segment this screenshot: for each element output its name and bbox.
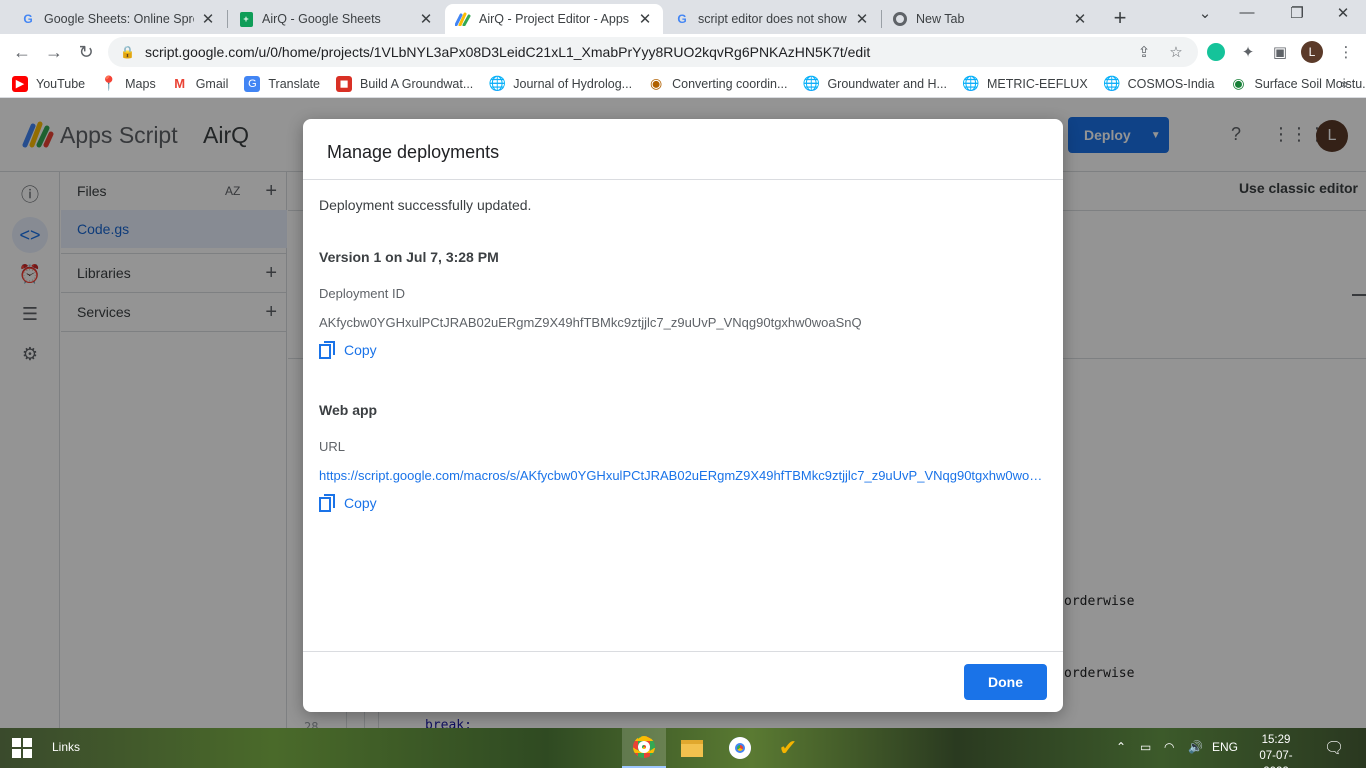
checkmark-icon: ✔: [778, 735, 798, 760]
bookmark-converting[interactable]: ◉ Converting coordin...: [648, 75, 787, 92]
reload-icon[interactable]: ↻: [74, 40, 98, 64]
copy-icon: [319, 341, 335, 359]
new-tab-button[interactable]: +: [1108, 5, 1132, 31]
tab-search-chevron-icon[interactable]: ⌄: [1190, 4, 1220, 22]
bookmark-youtube[interactable]: ▶ YouTube: [12, 75, 85, 92]
share-icon[interactable]: ⇪: [1134, 43, 1154, 61]
globe-icon: 🌐: [488, 75, 506, 91]
manage-deployments-dialog: Manage deployments Deployment successful…: [303, 119, 1063, 712]
chrome-icon: [729, 737, 751, 759]
notifications-icon[interactable]: 🗨: [1324, 738, 1344, 758]
bookmark-translate[interactable]: G Translate: [244, 75, 320, 92]
volume-icon[interactable]: 🔊: [1188, 740, 1203, 754]
google-icon: G: [677, 12, 687, 26]
chrome-icon: [633, 736, 655, 758]
tray-chevron-icon[interactable]: ⌃: [1116, 740, 1126, 754]
close-icon[interactable]: ✕: [200, 10, 216, 28]
battery-icon[interactable]: ▭: [1140, 740, 1151, 754]
grammarly-icon[interactable]: [1207, 43, 1225, 61]
tab-google-sheets[interactable]: G Google Sheets: Online Spreads ✕: [10, 4, 226, 34]
window-close-icon[interactable]: ✕: [1328, 4, 1358, 22]
version-heading: Version 1 on Jul 7, 3:28 PM: [319, 249, 499, 265]
site-icon: ◉: [1232, 75, 1245, 91]
taskbar-chrome[interactable]: [718, 728, 762, 768]
language-indicator[interactable]: ENG: [1212, 740, 1238, 754]
site-icon: ◉: [649, 75, 663, 91]
bookmark-maps[interactable]: 📍 Maps: [100, 75, 155, 92]
close-icon[interactable]: ✕: [418, 10, 434, 28]
taskbar-chrome-active[interactable]: [622, 728, 666, 768]
links-toolbar[interactable]: Links: [52, 740, 80, 754]
deployment-id-value: AKfycbw0YGHxulPCtJRAB02uERgmZ9X49hfTBMkc…: [319, 315, 862, 330]
url-field[interactable]: 🔒 script.google.com/u/0/home/projects/1V…: [108, 37, 1198, 67]
web-app-heading: Web app: [319, 402, 378, 418]
tab-script-editor-search[interactable]: G script editor does not show in ✕: [664, 4, 880, 34]
gmail-icon: M: [174, 76, 186, 91]
browser-tab-bar: G Google Sheets: Online Spreads ✕ + AirQ…: [0, 0, 1366, 34]
extensions-puzzle-icon[interactable]: ✦: [1238, 43, 1258, 61]
chrome-icon: [892, 11, 908, 27]
google-icon: G: [23, 12, 33, 26]
windows-start-icon[interactable]: [12, 738, 32, 758]
url-label: URL: [319, 439, 346, 454]
taskbar-todo[interactable]: ✔: [766, 728, 810, 768]
kebab-menu-icon[interactable]: ⋮: [1336, 43, 1356, 61]
tab-new-tab[interactable]: New Tab ✕: [882, 4, 1098, 34]
folder-icon: [681, 739, 703, 757]
copy-icon: [319, 494, 335, 512]
bookmark-star-icon[interactable]: ☆: [1166, 43, 1186, 61]
bookmark-site-icon: ◼: [336, 75, 353, 92]
profile-avatar[interactable]: L: [1301, 41, 1323, 63]
tab-apps-script-editor[interactable]: AirQ - Project Editor - Apps S ✕: [445, 4, 663, 34]
side-panel-icon[interactable]: ▣: [1270, 43, 1290, 61]
clock[interactable]: 15:29 07-07-2022: [1248, 732, 1304, 768]
bookmarks-bar: ▶ YouTube 📍 Maps M Gmail G Translate ◼ Build …: [0, 70, 1366, 98]
copy-deployment-id-button[interactable]: Copy: [319, 341, 377, 359]
taskbar-file-explorer[interactable]: [670, 728, 714, 768]
translate-icon: G: [244, 75, 261, 92]
done-button[interactable]: Done: [964, 664, 1047, 700]
tab-airq-sheets[interactable]: + AirQ - Google Sheets ✕: [228, 4, 444, 34]
sheets-icon: +: [238, 11, 254, 27]
minimize-icon[interactable]: —: [1232, 4, 1262, 21]
bookmark-groundwater-h[interactable]: 🌐 Groundwater and H...: [802, 75, 947, 92]
forward-arrow-icon[interactable]: →: [42, 40, 66, 64]
bookmarks-overflow-icon[interactable]: »: [1341, 76, 1348, 91]
bookmark-hydrology[interactable]: 🌐 Journal of Hydrolog...: [488, 75, 633, 92]
copy-url-button[interactable]: Copy: [319, 494, 377, 512]
deployment-id-label: Deployment ID: [319, 286, 405, 301]
close-icon[interactable]: ✕: [854, 10, 870, 28]
apps-script-icon: [455, 11, 471, 27]
wifi-icon[interactable]: ◠: [1164, 740, 1174, 754]
status-message: Deployment successfully updated.: [319, 197, 532, 213]
close-icon[interactable]: ✕: [637, 10, 653, 28]
lock-icon: 🔒: [120, 45, 135, 59]
globe-icon: 🌐: [802, 75, 821, 91]
dialog-title: Manage deployments: [327, 142, 500, 162]
web-app-url-link[interactable]: https://script.google.com/macros/s/AKfyc…: [319, 468, 1047, 483]
restore-icon[interactable]: ❐: [1282, 4, 1312, 22]
windows-taskbar: Links ✔ ⌃ ▭ ◠ 🔊 ENG 15:29 07-07-2022 🗨: [0, 728, 1366, 768]
bookmark-cosmos[interactable]: 🌐 COSMOS-India: [1102, 75, 1215, 92]
maps-pin-icon: 📍: [100, 75, 118, 91]
globe-icon: 🌐: [962, 75, 980, 91]
close-icon[interactable]: ✕: [1072, 10, 1088, 28]
bookmark-gmail[interactable]: M Gmail: [172, 76, 228, 92]
bookmark-metric[interactable]: 🌐 METRIC-EEFLUX: [962, 75, 1087, 92]
back-arrow-icon[interactable]: ←: [10, 40, 34, 64]
address-bar-row: ← → ↻ 🔒 script.google.com/u/0/home/proje…: [0, 34, 1366, 70]
bookmark-groundwater[interactable]: ◼ Build A Groundwat...: [336, 75, 473, 92]
youtube-icon: ▶: [12, 75, 28, 92]
globe-icon: 🌐: [1102, 75, 1121, 91]
